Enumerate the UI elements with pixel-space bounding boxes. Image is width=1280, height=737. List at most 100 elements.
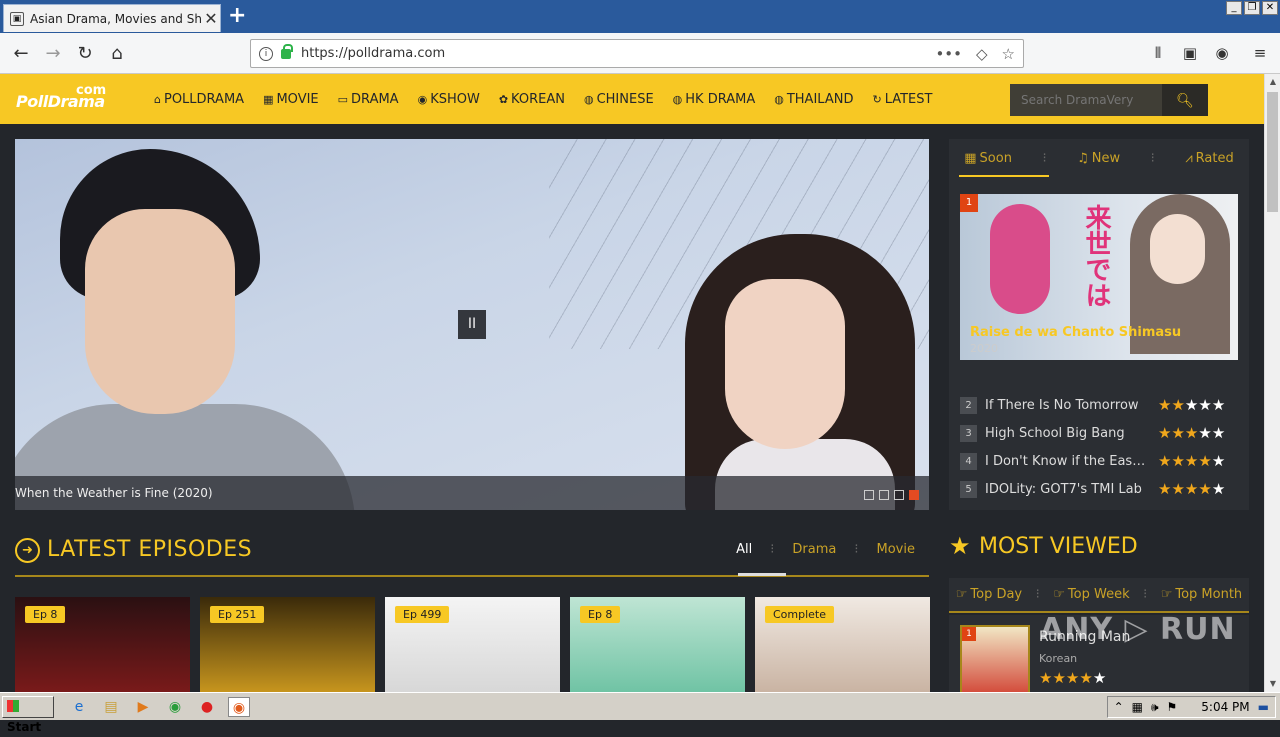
- list-item[interactable]: 3 High School Big Bang ★★★★★: [960, 419, 1240, 447]
- tab-close-icon[interactable]: ✕: [202, 9, 220, 28]
- address-bar[interactable]: i https://polldrama.com ••• ◇ ☆: [250, 39, 1024, 68]
- account-icon[interactable]: ◉: [1212, 44, 1232, 64]
- hero-slider[interactable]: II When the Weather is Fine (2020): [15, 139, 929, 510]
- featured-upcoming[interactable]: 来世では 1 Raise de wa Chanto Shimasu 2020: [960, 194, 1238, 360]
- firefox-icon[interactable]: ◉: [228, 697, 250, 717]
- menu-item-hk-drama[interactable]: ◍ HK DRAMA: [673, 92, 756, 107]
- slide-dot[interactable]: [879, 490, 889, 500]
- tab-soon[interactable]: ▦ Soon: [964, 151, 1012, 166]
- list-item[interactable]: 4I Don't Know if the East is ...★★★★★: [960, 447, 1240, 475]
- scroll-up-icon[interactable]: ▲: [1265, 74, 1280, 90]
- menu-item-korean[interactable]: ✿ KOREAN: [499, 92, 565, 107]
- menu-item-polldrama[interactable]: ⌂ POLLDRAMA: [154, 92, 244, 107]
- sidebar-icon[interactable]: ▣: [1180, 44, 1200, 64]
- tab-movie[interactable]: Movie: [877, 542, 915, 557]
- show-title[interactable]: I Don't Know if the East is ...: [985, 454, 1150, 469]
- list-item[interactable]: 5 IDOLity: GOT7's TMI Lab ★★★★★: [960, 475, 1240, 503]
- most-viewed-header: ★ MOST VIEWED: [949, 530, 1249, 566]
- search-button[interactable]: 🔍︎: [1162, 84, 1208, 116]
- episode-badge: Ep 8: [25, 606, 66, 623]
- tab-separator: ⁝: [1035, 587, 1040, 602]
- flag-icon[interactable]: ⚑: [1167, 700, 1178, 714]
- menu-item-kshow[interactable]: ◉ KSHOW: [418, 92, 480, 107]
- menu-label: CHINESE: [596, 91, 654, 107]
- menu-item-chinese[interactable]: ◍ CHINESE: [584, 92, 654, 107]
- site-header: PollDrama com ⌂ POLLDRAMA ▦ MOVIE ▭ DRAMA ◉ KSH…: [0, 74, 1264, 124]
- show-title[interactable]: If There Is No Tomorrow: [985, 398, 1150, 413]
- episode-card[interactable]: Ep 499: [385, 597, 560, 693]
- rating-stars: ★★★★★: [1158, 480, 1225, 498]
- library-icon[interactable]: ⫴: [1148, 44, 1168, 64]
- star-icon: ★: [1171, 396, 1185, 414]
- rank-badge: 1: [960, 194, 978, 212]
- menu-icon: ⌂: [154, 92, 161, 106]
- media-player-icon[interactable]: ▶: [132, 697, 154, 717]
- pocket-icon[interactable]: ◇: [976, 45, 988, 63]
- maximize-button[interactable]: ❐: [1244, 1, 1260, 15]
- menu-icon[interactable]: ≡: [1250, 44, 1270, 64]
- url-text[interactable]: https://polldrama.com: [301, 46, 921, 61]
- scroll-thumb[interactable]: [1267, 92, 1278, 212]
- forward-button[interactable]: →: [40, 41, 66, 67]
- page-actions-icon[interactable]: •••: [935, 45, 962, 63]
- tray-expand-icon[interactable]: ⌃: [1114, 700, 1124, 714]
- opera-icon[interactable]: ●: [196, 697, 218, 717]
- search-input[interactable]: [1010, 84, 1162, 116]
- ie-icon[interactable]: e: [68, 697, 90, 717]
- network-icon[interactable]: ▦: [1132, 700, 1143, 714]
- menu-item-drama[interactable]: ▭ DRAMA: [338, 92, 399, 107]
- rank-number: 3: [960, 424, 977, 442]
- menu-item-movie[interactable]: ▦ MOVIE: [263, 92, 319, 107]
- hero-title[interactable]: When the Weather is Fine (2020): [15, 486, 213, 500]
- episode-card[interactable]: Ep 251: [200, 597, 375, 693]
- tab-label: Top Week: [1067, 587, 1130, 602]
- star-icon: ★: [1198, 424, 1212, 442]
- tab-top-month[interactable]: ☞ Top Month: [1161, 587, 1242, 602]
- reload-button[interactable]: ↻: [72, 41, 98, 67]
- bookmark-star-icon[interactable]: ☆: [1002, 45, 1015, 63]
- menu-item-thailand[interactable]: ◍ THAILAND: [774, 92, 853, 107]
- tab-new[interactable]: ♫ New: [1077, 151, 1120, 166]
- tab-top-week[interactable]: ☞ Top Week: [1053, 587, 1129, 602]
- menu-item-latest[interactable]: ↻ LATEST: [872, 92, 932, 107]
- back-button[interactable]: ←: [8, 41, 34, 67]
- tab-label: New: [1091, 150, 1121, 166]
- pause-button[interactable]: II: [458, 310, 486, 339]
- scroll-down-icon[interactable]: ▼: [1265, 676, 1280, 692]
- home-button[interactable]: ⌂: [104, 41, 130, 67]
- episode-card[interactable]: Complete: [755, 597, 930, 693]
- slide-dot[interactable]: [894, 490, 904, 500]
- show-title[interactable]: High School Big Bang: [985, 426, 1150, 441]
- slide-dot[interactable]: [864, 490, 874, 500]
- desktop-icon[interactable]: ▬: [1258, 700, 1269, 714]
- folder-icon[interactable]: ▤: [100, 697, 122, 717]
- chrome-icon[interactable]: ◉: [164, 697, 186, 717]
- tab-drama[interactable]: Drama: [792, 542, 836, 557]
- tab-all[interactable]: All: [736, 542, 752, 557]
- menu-label: LATEST: [884, 91, 933, 107]
- star-icon: ★: [1171, 480, 1185, 498]
- featured-title[interactable]: Raise de wa Chanto Shimasu: [970, 325, 1181, 340]
- minimize-button[interactable]: _: [1226, 1, 1242, 15]
- slide-dot[interactable]: [909, 490, 919, 500]
- watermark-logo: ANY ▷ RUN: [1040, 612, 1236, 647]
- site-logo[interactable]: PollDrama com: [16, 83, 106, 114]
- star-icon: ★: [1079, 669, 1093, 687]
- close-window-button[interactable]: ✕: [1262, 1, 1278, 15]
- volume-icon[interactable]: 🕪︎: [1151, 700, 1159, 715]
- page-scrollbar[interactable]: ▲ ▼: [1264, 74, 1280, 692]
- thumbnail[interactable]: 1: [960, 625, 1030, 695]
- show-title[interactable]: IDOLity: GOT7's TMI Lab: [985, 482, 1150, 497]
- start-button[interactable]: Start: [2, 696, 54, 734]
- menu-label: KOREAN: [511, 91, 565, 107]
- episode-card[interactable]: Ep 8: [570, 597, 745, 693]
- site-info-icon[interactable]: i: [259, 46, 273, 61]
- new-tab-button[interactable]: +: [228, 3, 246, 28]
- episode-card[interactable]: Ep 8: [15, 597, 190, 693]
- clock[interactable]: 5:04 PM: [1201, 700, 1249, 714]
- list-item[interactable]: 2 If There Is No Tomorrow ★★★★★: [960, 391, 1240, 419]
- tab-top-day[interactable]: ☞ Top Day: [956, 587, 1022, 602]
- tab-rated[interactable]: ⩘ Rated: [1185, 151, 1233, 166]
- rating-stars: ★★★★★: [1158, 396, 1225, 414]
- browser-tab[interactable]: ▣ Asian Drama, Movies and Shows E ✕: [3, 4, 221, 32]
